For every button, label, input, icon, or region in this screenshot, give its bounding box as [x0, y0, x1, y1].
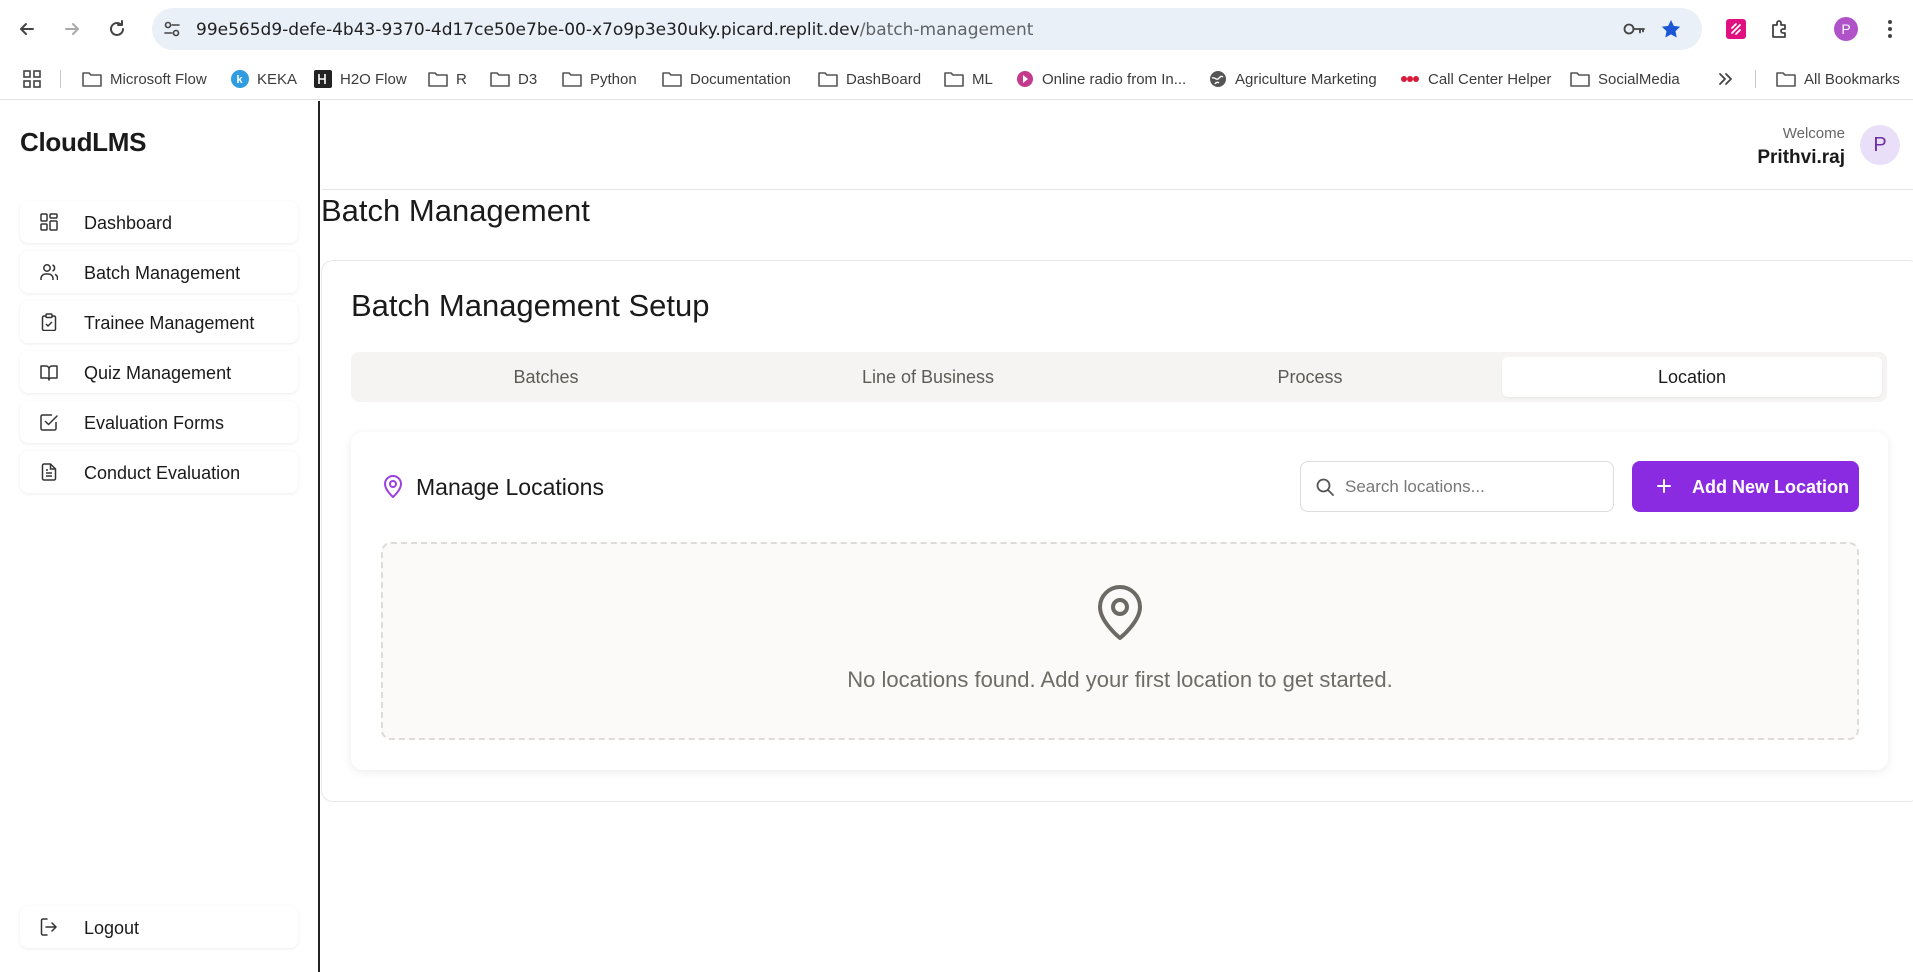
bookmark-item[interactable]: k KEKA — [231, 67, 297, 91]
tab-batches[interactable]: Batches — [356, 357, 736, 397]
setup-title: Batch Management Setup — [351, 288, 710, 323]
users-icon — [40, 263, 59, 281]
folder-icon — [944, 72, 964, 87]
folder-icon — [82, 72, 102, 87]
sidebar-item-dashboard[interactable]: Dashboard — [20, 201, 298, 243]
radio-icon — [1017, 71, 1033, 87]
bookmark-item[interactable]: Microsoft Flow — [82, 67, 207, 91]
folder-icon — [490, 72, 510, 87]
sidebar-item-label: Trainee Management — [84, 313, 255, 333]
address-bar[interactable]: 99e565d9-defe-4b43-9370-4d17ce50e7be-00-… — [152, 8, 1702, 50]
bookmark-item[interactable]: Python — [562, 67, 637, 91]
url-text: 99e565d9-defe-4b43-9370-4d17ce50e7be-00-… — [196, 20, 1034, 40]
app-header: Welcome Prithvi.raj — [322, 101, 1913, 190]
map-pin-icon — [382, 475, 404, 499]
sidebar-item-label: Quiz Management — [84, 363, 232, 383]
back-icon[interactable] — [12, 14, 42, 44]
extension-pink-icon[interactable] — [1722, 15, 1750, 43]
add-location-label: Add New Location — [1692, 477, 1849, 497]
svg-text:k: k — [237, 74, 244, 86]
dots-icon — [1401, 76, 1419, 82]
sidebar-item-evaluation-forms[interactable]: Evaluation Forms — [20, 401, 298, 443]
search-input[interactable] — [1345, 474, 1600, 500]
map-pin-icon — [1094, 584, 1146, 642]
add-location-button[interactable]: Add New Location — [1632, 461, 1859, 512]
apps-grid-icon[interactable] — [22, 67, 50, 91]
forward-icon[interactable] — [57, 14, 87, 44]
site-settings-icon[interactable] — [162, 19, 182, 39]
bookmark-item[interactable]: Online radio from In... — [1016, 67, 1186, 91]
bookmark-item[interactable]: R — [428, 67, 467, 91]
tabs-bar: Batches Line of Business Process Locatio… — [351, 352, 1887, 402]
folder-icon — [1776, 72, 1796, 87]
keka-icon: k — [231, 70, 249, 88]
folder-icon — [428, 72, 448, 87]
search-box — [1300, 461, 1614, 512]
folder-icon — [662, 72, 682, 87]
welcome-text: Welcome — [1782, 125, 1845, 142]
browser-profile-avatar[interactable]: P — [1834, 17, 1858, 41]
browser-menu-icon[interactable] — [1876, 15, 1904, 43]
logout-button[interactable]: Logout — [20, 906, 298, 948]
sidebar-item-label: Batch Management — [84, 263, 241, 283]
bookmark-item[interactable]: Call Center Helper — [1400, 67, 1551, 91]
clipboard-icon — [40, 313, 58, 332]
logout-icon — [40, 918, 58, 936]
folder-icon — [562, 72, 582, 87]
check-square-icon — [40, 413, 58, 431]
more-bookmarks-icon[interactable] — [1718, 67, 1742, 91]
tab-location[interactable]: Location — [1502, 357, 1882, 397]
empty-state-message: No locations found. Add your first locat… — [847, 667, 1393, 692]
sidebar-item-label: Dashboard — [84, 213, 173, 233]
user-name: Prithvi.raj — [1757, 147, 1845, 168]
plus-icon — [1654, 474, 1674, 498]
file-text-icon — [40, 463, 58, 481]
password-key-icon[interactable] — [1622, 18, 1645, 40]
sidebar: CloudLMS Dashboard Batch Management Trai… — [0, 101, 320, 972]
page-title: Batch Management — [321, 193, 590, 228]
bookmark-item[interactable]: SocialMedia — [1570, 67, 1680, 91]
sidebar-item-trainee-management[interactable]: Trainee Management — [20, 301, 298, 343]
extensions-puzzle-icon[interactable] — [1766, 15, 1794, 43]
globe-icon — [1210, 71, 1226, 87]
bookmark-star-icon[interactable] — [1660, 18, 1682, 40]
sidebar-item-conduct-evaluation[interactable]: Conduct Evaluation — [20, 451, 298, 493]
avatar[interactable]: P — [1860, 125, 1900, 165]
tab-process[interactable]: Process — [1120, 357, 1500, 397]
brand-logo: CloudLMS — [20, 127, 147, 157]
tab-line-of-business[interactable]: Line of Business — [738, 357, 1118, 397]
book-icon — [40, 363, 58, 381]
logout-label: Logout — [84, 918, 140, 938]
search-icon — [1315, 477, 1335, 497]
browser-toolbar: 99e565d9-defe-4b43-9370-4d17ce50e7be-00-… — [0, 0, 1913, 58]
bookmark-item[interactable]: ML — [944, 67, 993, 91]
h2o-icon — [314, 70, 332, 88]
folder-icon — [818, 72, 838, 87]
manage-locations-title: Manage Locations — [416, 474, 604, 500]
bookmark-item[interactable]: Agriculture Marketing — [1209, 67, 1377, 91]
sidebar-item-quiz-management[interactable]: Quiz Management — [20, 351, 298, 393]
sidebar-item-label: Evaluation Forms — [84, 413, 225, 433]
bookmark-item[interactable]: Documentation — [662, 67, 791, 91]
reload-icon[interactable] — [102, 14, 132, 44]
sidebar-item-batch-management[interactable]: Batch Management — [20, 251, 298, 293]
folder-icon — [1570, 72, 1590, 87]
bookmarks-bar: Microsoft Flow k KEKA H2O Flow R D3 Pyth… — [0, 58, 1913, 100]
bookmark-item[interactable]: D3 — [490, 67, 537, 91]
sidebar-item-label: Conduct Evaluation — [84, 463, 241, 483]
bookmark-item[interactable]: H2O Flow — [314, 67, 407, 91]
bookmark-item[interactable]: DashBoard — [818, 67, 921, 91]
all-bookmarks[interactable]: All Bookmarks — [1776, 67, 1900, 91]
grid-icon — [40, 213, 58, 231]
